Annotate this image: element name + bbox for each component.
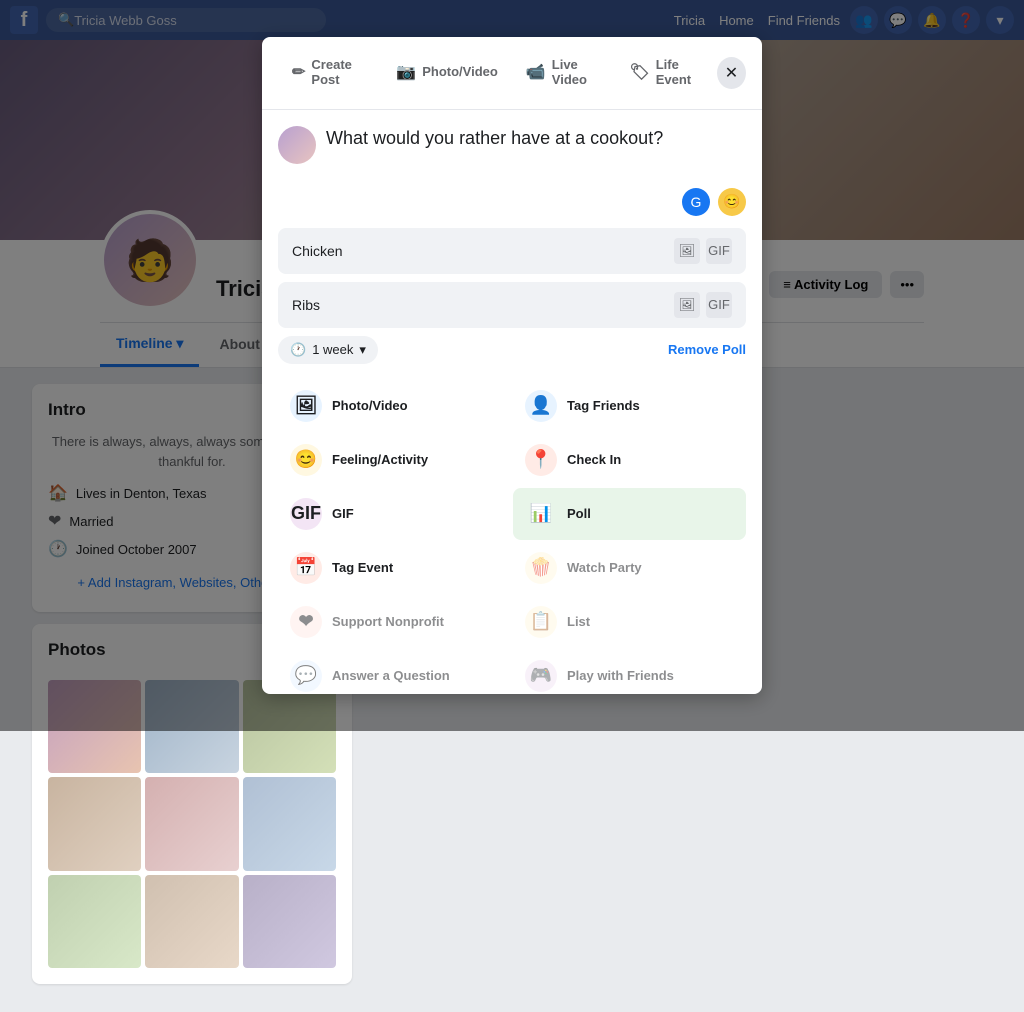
modal-header: ✏ Create Post 📷 Photo/Video 📹 Live Video…: [262, 37, 762, 110]
photo-cell[interactable]: [48, 777, 141, 870]
modal-body: What would you rather have at a cookout?…: [262, 110, 762, 695]
action-check-in[interactable]: 📍 Check In: [513, 434, 746, 486]
action-poll[interactable]: 📊 Poll: [513, 488, 746, 540]
poll-option-1-icons: 🖼 GIF: [674, 238, 732, 264]
watch-party-icon: 🍿: [525, 552, 557, 584]
post-avatar: [278, 126, 316, 164]
poll-duration-row: 🕐 1 week ▾ Remove Poll: [278, 336, 746, 364]
photo-cell[interactable]: [145, 875, 238, 968]
event-icon: 📅: [290, 552, 322, 584]
list-icon: 📋: [525, 606, 557, 638]
tab-create-post[interactable]: ✏ Create Post: [278, 49, 382, 97]
tab-life-event[interactable]: 🏷 Life Event: [615, 49, 717, 97]
action-play-friends[interactable]: 🎮 Play with Friends: [513, 650, 746, 695]
poll-option-2-gif-btn[interactable]: GIF: [706, 292, 732, 318]
tab-live-video[interactable]: 📹 Live Video: [512, 49, 616, 97]
question-icon: 💬: [290, 660, 322, 692]
modal-overlay: ✏ Create Post 📷 Photo/Video 📹 Live Video…: [0, 0, 1024, 731]
action-grid: 🖼 Photo/Video 👤 Tag Friends 😊 Feeling/Ac…: [278, 380, 746, 695]
camera-icon: 📷: [396, 62, 416, 82]
photo-video-icon: 🖼: [290, 390, 322, 422]
poll-option-1-text: Chicken: [292, 243, 674, 259]
action-feeling-activity[interactable]: 😊 Feeling/Activity: [278, 434, 511, 486]
action-photo-video[interactable]: 🖼 Photo/Video: [278, 380, 511, 432]
tag-friends-icon: 👤: [525, 390, 557, 422]
post-question-row: What would you rather have at a cookout?: [278, 126, 746, 176]
emoji-row: G 😊: [278, 188, 746, 216]
pencil-icon: ✏: [292, 62, 305, 82]
nonprofit-icon: ❤: [290, 606, 322, 638]
photo-cell[interactable]: [243, 777, 336, 870]
modal-tabs: ✏ Create Post 📷 Photo/Video 📹 Live Video…: [278, 49, 717, 97]
poll-option-2-image-btn[interactable]: 🖼: [674, 292, 700, 318]
gif-emoji-button[interactable]: G: [682, 188, 710, 216]
action-gif[interactable]: GIF GIF: [278, 488, 511, 540]
remove-poll-button[interactable]: Remove Poll: [668, 342, 746, 357]
play-icon: 🎮: [525, 660, 557, 692]
modal-close-button[interactable]: ✕: [717, 57, 746, 89]
poll-icon: 📊: [525, 498, 557, 530]
clock-icon: 🕐: [290, 342, 306, 358]
photo-cell[interactable]: [48, 875, 141, 968]
poll-option-1[interactable]: Chicken 🖼 GIF: [278, 228, 746, 274]
poll-option-2-icons: 🖼 GIF: [674, 292, 732, 318]
photo-cell[interactable]: [145, 777, 238, 870]
poll-option-2-text: Ribs: [292, 297, 674, 313]
feeling-icon: 😊: [290, 444, 322, 476]
smiley-emoji-button[interactable]: 😊: [718, 188, 746, 216]
action-tag-friends[interactable]: 👤 Tag Friends: [513, 380, 746, 432]
tag-icon: 🏷: [629, 62, 649, 82]
gif-icon: GIF: [290, 498, 322, 530]
action-answer-question[interactable]: 💬 Answer a Question: [278, 650, 511, 695]
poll-option-2[interactable]: Ribs 🖼 GIF: [278, 282, 746, 328]
create-post-modal: ✏ Create Post 📷 Photo/Video 📹 Live Video…: [262, 37, 762, 695]
post-question-text[interactable]: What would you rather have at a cookout?: [326, 126, 746, 176]
action-list[interactable]: 📋 List: [513, 596, 746, 648]
poll-option-1-gif-btn[interactable]: GIF: [706, 238, 732, 264]
action-support-nonprofit[interactable]: ❤ Support Nonprofit: [278, 596, 511, 648]
action-watch-party[interactable]: 🍿 Watch Party: [513, 542, 746, 594]
action-tag-event[interactable]: 📅 Tag Event: [278, 542, 511, 594]
video-icon: 📹: [526, 62, 546, 82]
tab-photo-video[interactable]: 📷 Photo/Video: [382, 49, 512, 97]
photo-cell[interactable]: [243, 875, 336, 968]
check-in-icon: 📍: [525, 444, 557, 476]
chevron-down-icon: ▾: [359, 342, 366, 358]
poll-option-1-image-btn[interactable]: 🖼: [674, 238, 700, 264]
poll-duration-button[interactable]: 🕐 1 week ▾: [278, 336, 378, 364]
